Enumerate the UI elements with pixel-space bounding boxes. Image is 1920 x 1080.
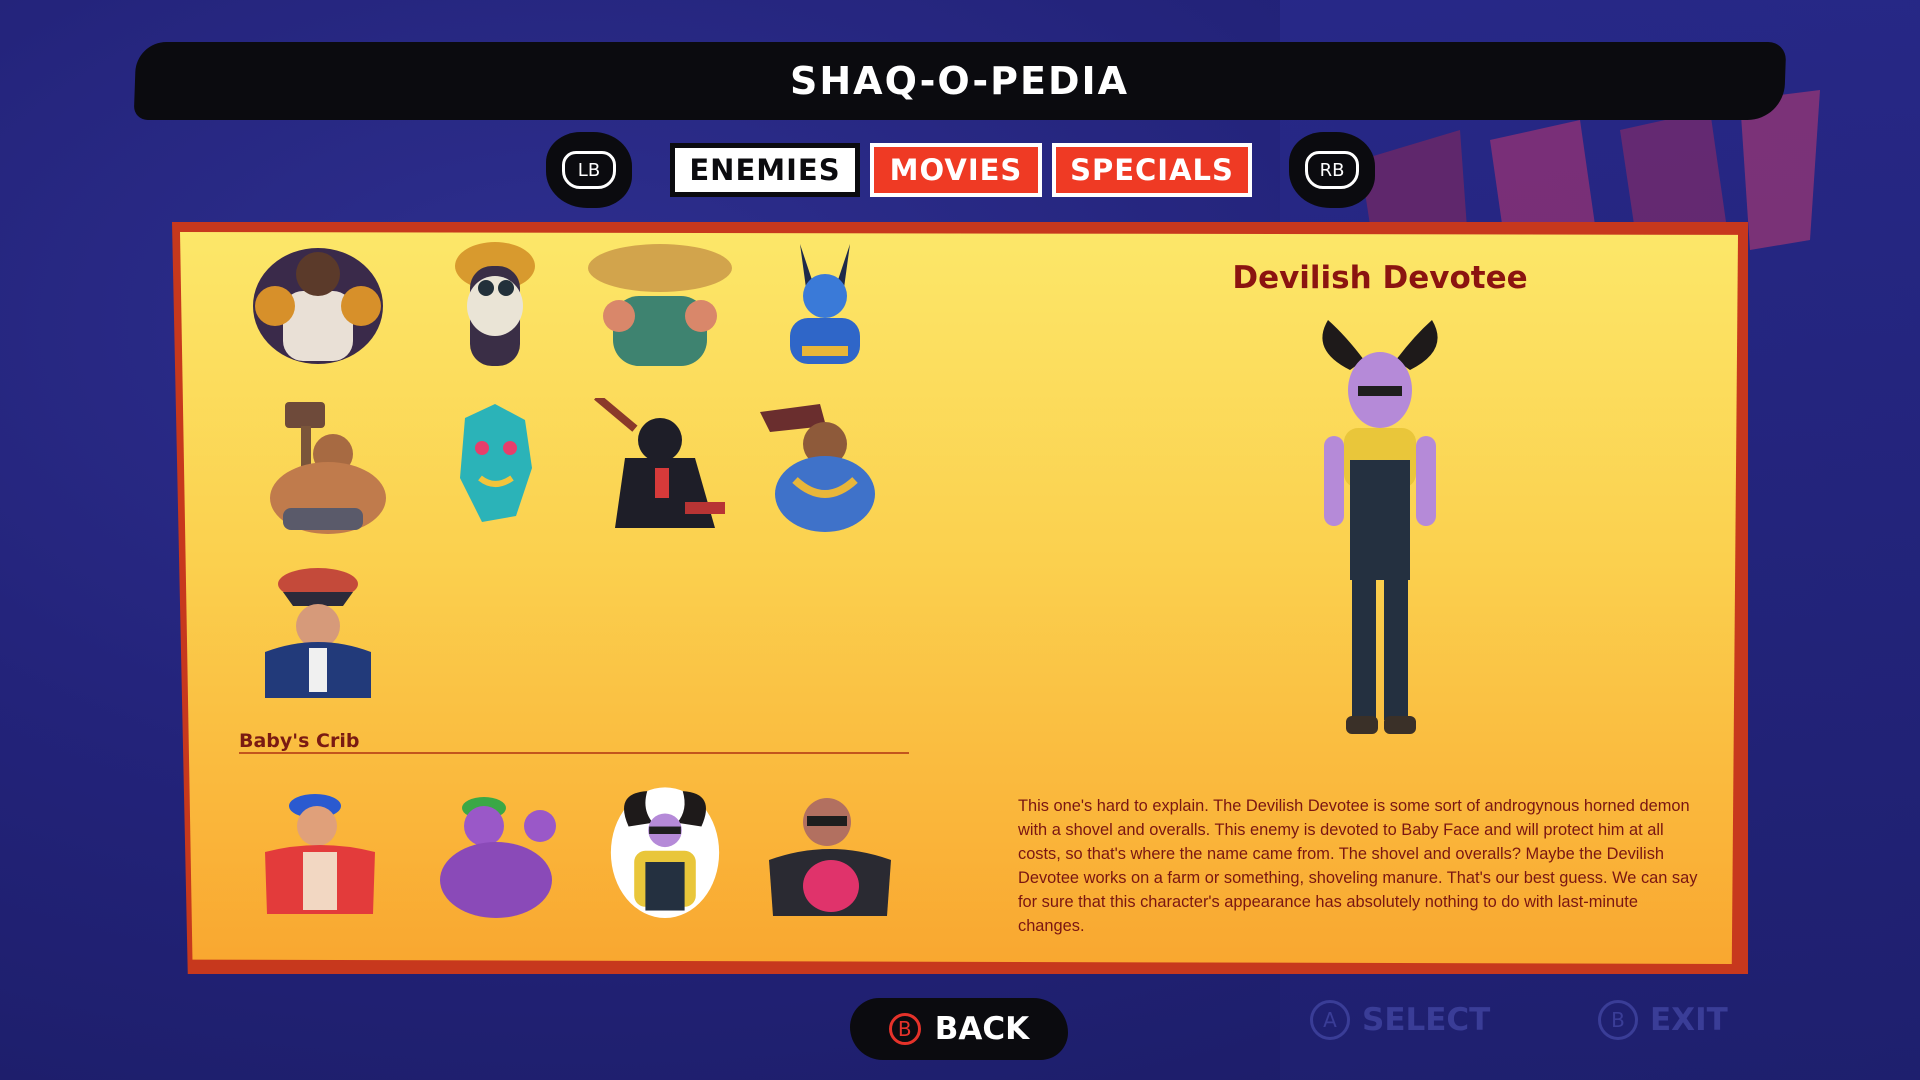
back-button[interactable]: B BACK (850, 998, 1068, 1060)
straw-hat-fighter-icon[interactable] (585, 236, 735, 376)
character-portrait (1322, 320, 1438, 734)
devilish-devotee-icon[interactable] (590, 778, 740, 918)
pirate-boss-icon[interactable] (243, 562, 393, 702)
title-bar: SHAQ-O-PEDIA (133, 42, 1787, 120)
exit-hint[interactable]: B EXIT (1598, 1000, 1728, 1040)
lb-icon: LB (562, 151, 616, 189)
tab-specials-label: SPECIALS (1070, 153, 1234, 187)
a-button-icon: A (1310, 1000, 1350, 1040)
tab-movies[interactable]: MOVIES (870, 143, 1042, 197)
rb-shoulder-button[interactable]: RB (1289, 132, 1375, 208)
exit-label: EXIT (1650, 1002, 1728, 1038)
b-button-icon: B (888, 1013, 921, 1045)
gold-chain-brute-icon[interactable] (750, 398, 900, 538)
brawler-icon[interactable] (243, 236, 393, 376)
section-label: Baby's Crib (239, 730, 360, 752)
dragon-mask-icon[interactable] (420, 398, 570, 538)
mushroom-monk-icon[interactable] (420, 236, 570, 376)
select-label: SELECT (1362, 1002, 1491, 1038)
select-hint[interactable]: A SELECT (1310, 1000, 1490, 1040)
character-description: This one's hard to explain. The Devilish… (1018, 797, 1698, 935)
hammer-brute-icon[interactable] (243, 398, 393, 538)
tab-enemies[interactable]: ENEMIES (670, 143, 860, 197)
bald-shades-thug-icon[interactable] (755, 782, 905, 922)
tab-enemies-label: ENEMIES (689, 153, 841, 187)
rb-icon: RB (1305, 151, 1359, 189)
page-title: SHAQ-O-PEDIA (790, 59, 1130, 103)
section-divider (239, 752, 909, 754)
cap-fighter-icon[interactable] (245, 782, 395, 922)
character-name: Devilish Devotee (1232, 260, 1528, 296)
tab-movies-label: MOVIES (889, 153, 1023, 187)
b-exit-icon: B (1598, 1000, 1638, 1040)
blue-horned-imp-icon[interactable] (750, 236, 900, 376)
back-label: BACK (934, 1011, 1030, 1047)
tab-specials[interactable]: SPECIALS (1052, 143, 1252, 197)
ninja-icon[interactable] (585, 393, 735, 538)
lb-shoulder-button[interactable]: LB (546, 132, 632, 208)
green-cap-bodybuilder-icon[interactable] (418, 782, 568, 922)
